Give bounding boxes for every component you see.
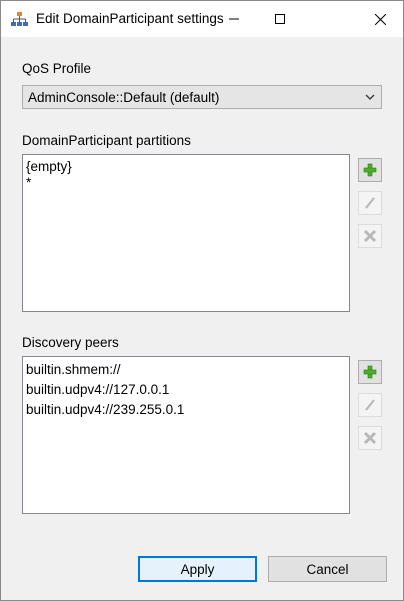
edit-peer-button[interactable] [358,393,382,417]
apply-button[interactable]: Apply [138,556,257,582]
dialog-window: Edit DomainParticipant settings QoS Prof… [0,0,404,601]
list-item[interactable]: builtin.udpv4://239.255.0.1 [26,402,184,418]
maximize-button[interactable] [257,1,303,37]
list-item[interactable]: * [26,175,31,191]
partitions-list[interactable]: {empty} * [22,154,350,312]
discovery-peers-label: Discovery peers [22,335,119,350]
plus-icon [363,163,377,177]
pencil-icon [365,399,375,411]
qos-profile-value: AdminConsole::Default (default) [28,90,220,105]
remove-peer-button[interactable] [358,426,382,450]
minimize-button[interactable] [211,1,257,37]
add-partition-button[interactable] [358,158,382,182]
remove-partition-button[interactable] [358,224,382,248]
list-item[interactable]: builtin.udpv4://127.0.0.1 [26,382,169,398]
title-bar[interactable]: Edit DomainParticipant settings [1,1,403,37]
qos-profile-select[interactable]: AdminConsole::Default (default) [22,85,382,109]
discovery-peers-list[interactable]: builtin.shmem:// builtin.udpv4://127.0.0… [22,356,350,514]
x-icon [363,229,377,243]
participant-tree-icon [11,12,28,26]
partitions-label: DomainParticipant partitions [22,133,191,148]
qos-profile-label: QoS Profile [22,61,92,76]
add-peer-button[interactable] [358,360,382,384]
plus-icon [363,365,377,379]
close-icon [374,13,386,25]
x-icon [363,431,377,445]
pencil-icon [365,197,375,209]
list-item[interactable]: builtin.shmem:// [26,362,121,378]
edit-partition-button[interactable] [358,191,382,215]
list-item[interactable]: {empty} [26,159,72,175]
cancel-button[interactable]: Cancel [268,556,387,582]
close-button[interactable] [357,1,403,37]
window-title: Edit DomainParticipant settings [36,11,224,26]
maximize-icon [275,14,285,24]
minimize-icon [229,18,239,20]
chevron-down-icon [365,94,375,100]
